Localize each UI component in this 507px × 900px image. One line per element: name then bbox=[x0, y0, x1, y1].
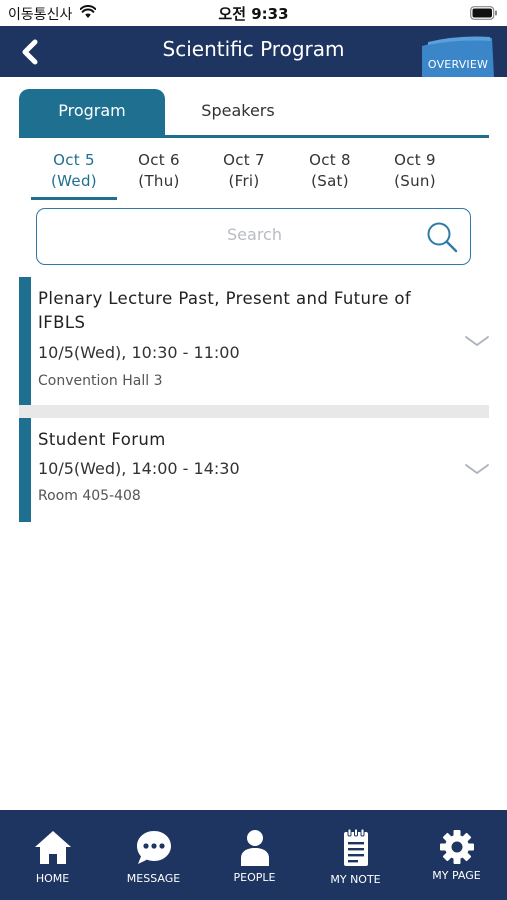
date-day: Oct 6 bbox=[138, 151, 180, 169]
nav-label: MY NOTE bbox=[330, 873, 381, 886]
tab-speakers[interactable]: Speakers bbox=[165, 89, 311, 135]
nav-home[interactable]: HOME bbox=[2, 810, 103, 900]
tab-program[interactable]: Program bbox=[19, 89, 165, 135]
date-weekday: (Sun) bbox=[394, 172, 436, 190]
nav-my-page[interactable]: MY PAGE bbox=[406, 810, 507, 900]
session-card[interactable]: Student Forum 10/5(Wed), 14:00 - 14:30 R… bbox=[19, 418, 489, 522]
active-date-indicator bbox=[31, 197, 117, 200]
session-accent-bar bbox=[19, 277, 31, 405]
app-header: Scientific Program OVERVIEW bbox=[0, 26, 507, 77]
date-tab-oct-5[interactable]: Oct 5 (Wed) bbox=[34, 150, 114, 192]
search-box[interactable]: Search bbox=[36, 208, 471, 265]
nav-label: MY PAGE bbox=[432, 869, 481, 882]
date-day: Oct 5 bbox=[53, 151, 95, 169]
nav-label: HOME bbox=[35, 872, 70, 885]
message-icon bbox=[137, 831, 171, 864]
date-tab-oct-8[interactable]: Oct 8 (Sat) bbox=[290, 150, 370, 192]
date-weekday: (Wed) bbox=[51, 172, 97, 190]
date-day: Oct 8 bbox=[309, 151, 351, 169]
chevron-down-icon[interactable] bbox=[465, 463, 489, 475]
bottom-nav: HOME MESSAGE PEOPLE MY NOTE MY PAGE bbox=[0, 810, 507, 900]
date-weekday: (Fri) bbox=[228, 172, 260, 190]
search-input[interactable]: Search bbox=[37, 225, 472, 244]
battery-icon bbox=[470, 6, 497, 20]
status-bar: 이동통신사 오전 9:33 bbox=[0, 0, 507, 26]
session-card[interactable]: Plenary Lecture Past, Present and Future… bbox=[19, 277, 489, 405]
session-title: Student Forum bbox=[38, 430, 166, 449]
gear-icon bbox=[440, 830, 474, 864]
date-tab-oct-6[interactable]: Oct 6 (Thu) bbox=[119, 150, 199, 192]
overview-button[interactable]: OVERVIEW bbox=[422, 36, 494, 77]
nav-label: MESSAGE bbox=[126, 872, 181, 885]
date-tab-oct-7[interactable]: Oct 7 (Fri) bbox=[204, 150, 284, 192]
search-icon[interactable] bbox=[426, 221, 458, 253]
session-room: Convention Hall 3 bbox=[38, 373, 163, 389]
nav-people[interactable]: PEOPLE bbox=[204, 810, 305, 900]
session-title: Plenary Lecture Past, Present and Future… bbox=[38, 289, 412, 332]
date-weekday: (Thu) bbox=[138, 172, 180, 190]
status-time: 오전 9:33 bbox=[218, 5, 289, 23]
chevron-down-icon[interactable] bbox=[465, 335, 489, 347]
note-icon bbox=[344, 828, 368, 866]
nav-message[interactable]: MESSAGE bbox=[103, 810, 204, 900]
tab-bar: Program Speakers bbox=[19, 89, 489, 138]
date-day: Oct 7 bbox=[223, 151, 265, 169]
date-day: Oct 9 bbox=[394, 151, 436, 169]
person-icon bbox=[241, 830, 269, 866]
overview-label: OVERVIEW bbox=[427, 58, 489, 71]
date-weekday: (Sat) bbox=[311, 172, 349, 190]
session-divider bbox=[19, 405, 489, 418]
nav-my-note[interactable]: MY NOTE bbox=[305, 810, 406, 900]
session-accent-bar bbox=[19, 418, 31, 522]
session-time: 10/5(Wed), 10:30 - 11:00 bbox=[38, 343, 240, 362]
home-icon bbox=[35, 831, 71, 864]
session-room: Room 405-408 bbox=[38, 488, 141, 504]
session-time: 10/5(Wed), 14:00 - 14:30 bbox=[38, 459, 240, 478]
nav-label: PEOPLE bbox=[233, 871, 276, 884]
date-tab-oct-9[interactable]: Oct 9 (Sun) bbox=[375, 150, 455, 192]
